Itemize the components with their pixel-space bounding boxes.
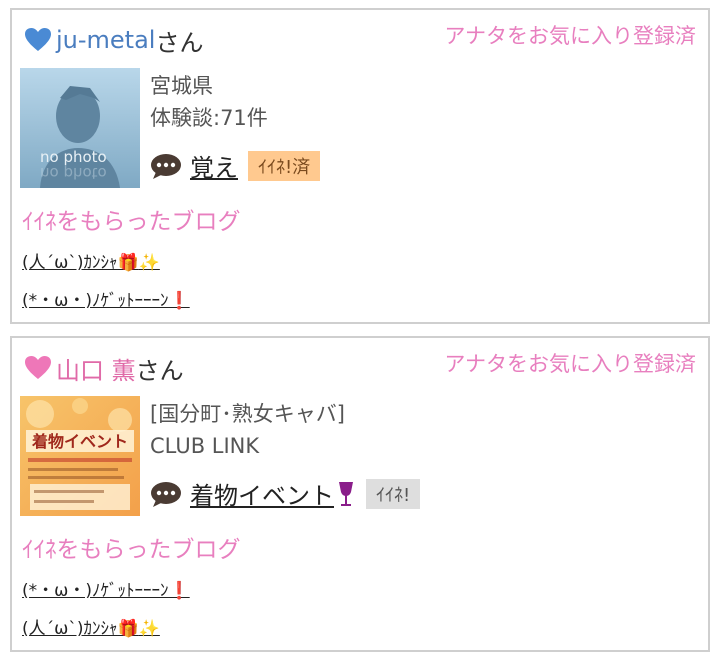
shop-info: [国分町･熟女キャバ] CLUB LINK xyxy=(150,398,345,462)
user-card: ju-metal さん アナタをお気に入り登録済 no photo no pho… xyxy=(10,8,710,324)
prefecture-text: 宮城県 xyxy=(150,74,213,98)
no-photo-text: no photo xyxy=(40,148,107,166)
avatar[interactable]: 着物イベント xyxy=(20,396,140,516)
user-info: 宮城県 体験談:71件 xyxy=(150,70,268,134)
liked-blogs-list: (人´ω`)ｶﾝｼｬ🎁✨ (*・ω・)ﾉｹﾞｯﾄｰｰｰﾝ❗ xyxy=(22,244,190,320)
liked-blogs-list: (*・ω・)ﾉｹﾞｯﾄｰｰｰﾝ❗ (人´ω`)ｶﾝｼｬ🎁✨ xyxy=(22,572,190,648)
iine-done-badge: ｲｲﾈ!済 xyxy=(248,150,321,181)
liked-blogs-heading: ｲｲﾈをもらったブログ xyxy=(22,537,241,563)
user-name-link[interactable]: 山口 薫 xyxy=(56,351,136,386)
speech-bubble-icon xyxy=(151,481,181,507)
gift-icon: 🎁 xyxy=(117,253,139,273)
avatar[interactable]: no photo no photo xyxy=(20,68,140,188)
blog-title-link[interactable]: 覚え xyxy=(190,148,238,183)
liked-blog-link[interactable]: (人´ω`)ｶﾝｼｬ🎁✨ xyxy=(22,244,190,282)
latest-blog: 覚え ｲｲﾈ!済 xyxy=(150,148,321,183)
latest-blog: 着物イベント ｲｲﾈ! xyxy=(150,476,421,511)
heart-icon xyxy=(25,28,51,51)
card-header: ju-metal さん xyxy=(24,20,203,60)
user-card: 山口 薫 さん アナタをお気に入り登録済 着物イベント [国分町･熟女キャバ] … xyxy=(10,336,710,652)
event-flyer-image: 着物イベント xyxy=(20,396,140,516)
svg-text:no photo: no photo xyxy=(40,164,107,182)
sparkle-icon: ✨ xyxy=(138,619,160,639)
favorite-status: アナタをお気に入り登録済 xyxy=(444,24,696,48)
exclamation-icon: ❗ xyxy=(168,291,190,311)
exclamation-icon: ❗ xyxy=(168,581,190,601)
honorific: さん xyxy=(135,356,184,385)
flyer-title: 着物イベント xyxy=(31,432,128,451)
wine-glass-icon xyxy=(339,482,353,506)
no-photo-avatar-icon: no photo no photo xyxy=(20,68,140,188)
speech-bubble-icon xyxy=(151,153,181,179)
heart-icon xyxy=(25,356,51,379)
shop-name-text: CLUB LINK xyxy=(150,434,260,458)
user-name-link[interactable]: ju-metal xyxy=(56,26,155,54)
favorite-status: アナタをお気に入り登録済 xyxy=(444,352,696,376)
blog-title-link[interactable]: 着物イベント xyxy=(190,476,356,511)
liked-blog-link[interactable]: (*・ω・)ﾉｹﾞｯﾄｰｰｰﾝ❗ xyxy=(22,282,190,320)
sparkle-icon: ✨ xyxy=(138,253,160,273)
card-header: 山口 薫 さん xyxy=(24,348,184,388)
shop-area-text: [国分町･熟女キャバ] xyxy=(150,402,345,426)
liked-blogs-heading: ｲｲﾈをもらったブログ xyxy=(22,209,241,235)
honorific: さん xyxy=(155,28,204,57)
gift-icon: 🎁 xyxy=(117,619,139,639)
iine-button[interactable]: ｲｲﾈ! xyxy=(366,478,421,509)
review-count-text: 体験談:71件 xyxy=(150,106,268,130)
liked-blog-link[interactable]: (*・ω・)ﾉｹﾞｯﾄｰｰｰﾝ❗ xyxy=(22,572,190,610)
liked-blog-link[interactable]: (人´ω`)ｶﾝｼｬ🎁✨ xyxy=(22,610,190,648)
